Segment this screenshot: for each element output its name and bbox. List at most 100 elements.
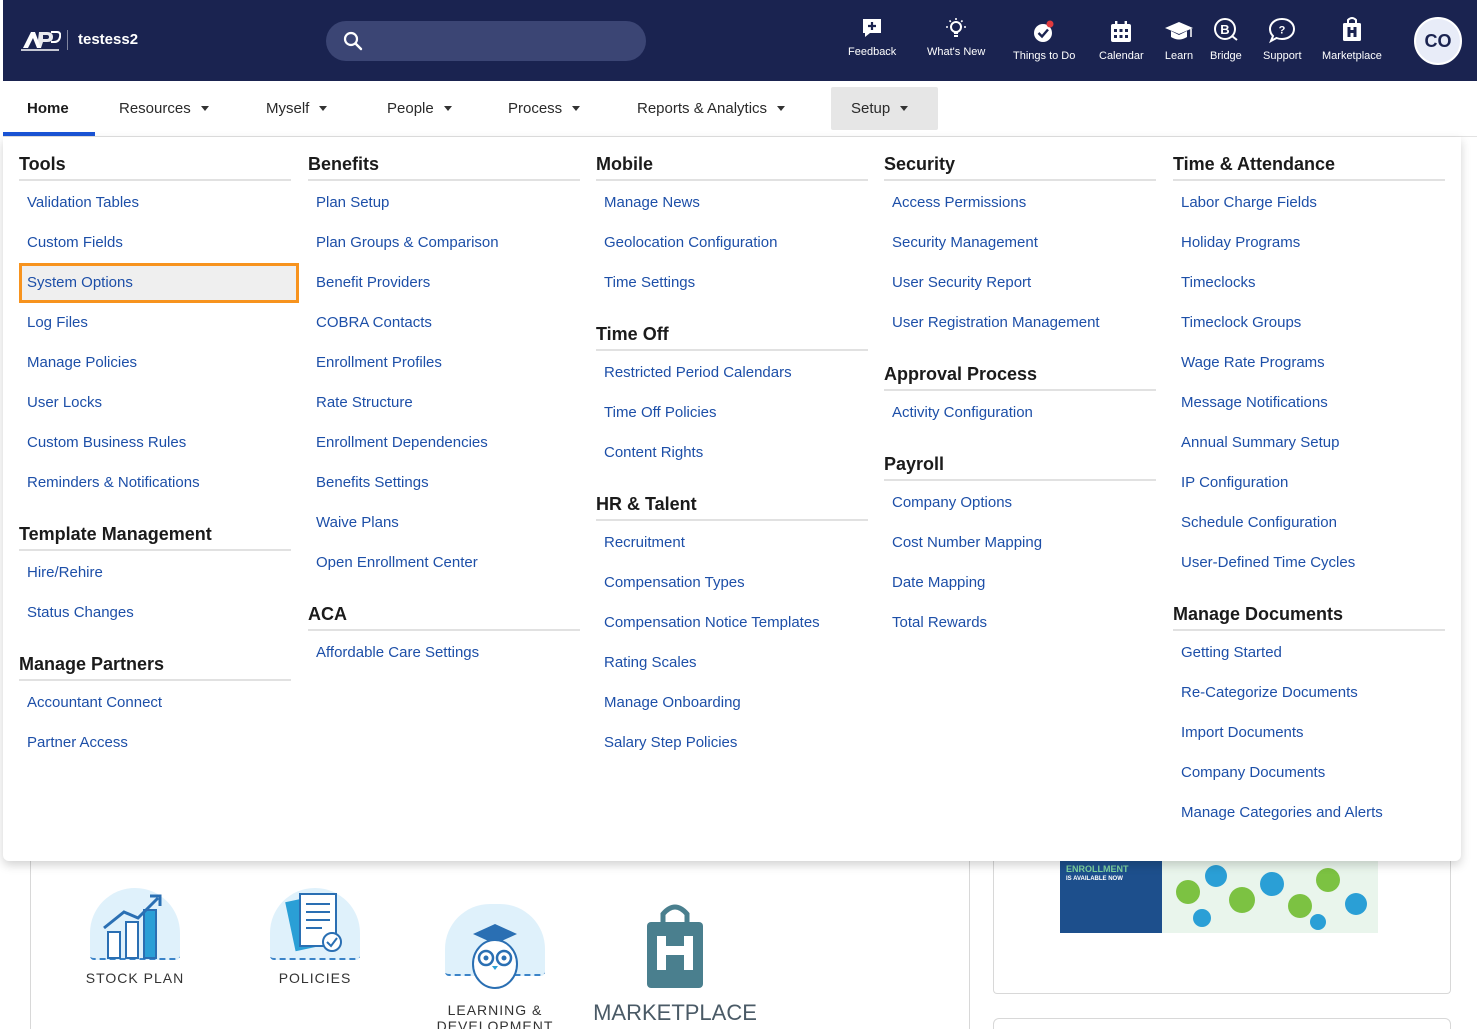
chevron-down-icon xyxy=(200,106,209,111)
menu-link-message-notifications[interactable]: Message Notifications xyxy=(1173,383,1445,423)
menu-link-user-registration-management[interactable]: User Registration Management xyxy=(884,303,1156,343)
enrollment-banner[interactable]: ENROLLMENT IS AVAILABLE NOW xyxy=(1060,860,1378,933)
search-input[interactable] xyxy=(326,21,646,61)
menu-link-benefit-providers[interactable]: Benefit Providers xyxy=(308,263,580,303)
feedback-label: Feedback xyxy=(848,46,897,58)
menu-link-system-options[interactable]: System Options xyxy=(19,263,299,303)
banner-line1: ENROLLMENT xyxy=(1066,864,1129,874)
nav-home[interactable]: Home xyxy=(7,87,89,130)
menu-link-manage-policies[interactable]: Manage Policies xyxy=(19,343,291,383)
menu-link-enrollment-profiles[interactable]: Enrollment Profiles xyxy=(308,343,580,383)
menu-link-restricted-period-calendars[interactable]: Restricted Period Calendars xyxy=(596,353,868,393)
nav-myself[interactable]: Myself xyxy=(246,87,347,130)
menu-link-user-security-report[interactable]: User Security Report xyxy=(884,263,1156,303)
menu-link-reminders-notifications[interactable]: Reminders & Notifications xyxy=(19,463,291,503)
menu-link-validation-tables[interactable]: Validation Tables xyxy=(19,183,291,223)
bridge-label: Bridge xyxy=(1210,50,1242,62)
menu-link-import-documents[interactable]: Import Documents xyxy=(1173,713,1445,753)
menu-link-benefits-settings[interactable]: Benefits Settings xyxy=(308,463,580,503)
whats-new-label: What's New xyxy=(927,46,986,58)
menu-link-holiday-programs[interactable]: Holiday Programs xyxy=(1173,223,1445,263)
menu-link-geolocation-configuration[interactable]: Geolocation Configuration xyxy=(596,223,868,263)
bridge-icon: B xyxy=(1213,18,1238,41)
menu-link-hire-rehire[interactable]: Hire/Rehire xyxy=(19,553,291,593)
menu-link-user-defined-time-cycles[interactable]: User-Defined Time Cycles xyxy=(1173,543,1445,583)
menu-link-activity-configuration[interactable]: Activity Configuration xyxy=(884,393,1156,433)
svg-text:?: ? xyxy=(1279,25,1286,37)
menu-link-accountant-connect[interactable]: Accountant Connect xyxy=(19,683,291,723)
stock-plan-tile[interactable]: STOCK PLAN xyxy=(80,888,190,986)
menu-link-manage-news[interactable]: Manage News xyxy=(596,183,868,223)
menu-link-partner-access[interactable]: Partner Access xyxy=(19,723,291,763)
learning-development-tile[interactable]: LEARNING & DEVELOPMENT xyxy=(430,888,560,1029)
nav-myself-label: Myself xyxy=(266,100,310,117)
menu-link-time-settings[interactable]: Time Settings xyxy=(596,263,868,303)
menu-link-compensation-types[interactable]: Compensation Types xyxy=(596,563,868,603)
marketplace-tile[interactable]: MARKETPLACE xyxy=(590,900,760,1026)
learn-button[interactable]: Learn xyxy=(1164,20,1194,62)
menu-link-rate-structure[interactable]: Rate Structure xyxy=(308,383,580,423)
menu-link-plan-setup[interactable]: Plan Setup xyxy=(308,183,580,223)
menu-link-wage-rate-programs[interactable]: Wage Rate Programs xyxy=(1173,343,1445,383)
nav-process[interactable]: Process xyxy=(488,87,600,130)
nav-people[interactable]: People xyxy=(367,87,472,130)
menu-link-timeclock-groups[interactable]: Timeclock Groups xyxy=(1173,303,1445,343)
bridge-button[interactable]: B Bridge xyxy=(1210,16,1242,62)
menu-link-status-changes[interactable]: Status Changes xyxy=(19,593,291,633)
adp-logo[interactable] xyxy=(21,29,61,51)
whats-new-button[interactable]: What's New xyxy=(927,16,985,58)
menu-link-date-mapping[interactable]: Date Mapping xyxy=(884,563,1156,603)
section-title-manage-partners: Manage Partners xyxy=(19,643,291,681)
menu-link-custom-fields[interactable]: Custom Fields xyxy=(19,223,291,263)
menu-link-affordable-care-settings[interactable]: Affordable Care Settings xyxy=(308,633,580,673)
nav-setup[interactable]: Setup xyxy=(831,87,938,130)
menu-link-rating-scales[interactable]: Rating Scales xyxy=(596,643,868,683)
menu-link-open-enrollment-center[interactable]: Open Enrollment Center xyxy=(308,543,580,583)
menu-link-salary-step-policies[interactable]: Salary Step Policies xyxy=(596,723,868,763)
menu-link-access-permissions[interactable]: Access Permissions xyxy=(884,183,1156,223)
calendar-button[interactable]: Calendar xyxy=(1099,20,1144,62)
menu-link-manage-categories-and-alerts[interactable]: Manage Categories and Alerts xyxy=(1173,793,1445,833)
section-title-manage-documents: Manage Documents xyxy=(1173,593,1445,631)
menu-link-cost-number-mapping[interactable]: Cost Number Mapping xyxy=(884,523,1156,563)
menu-link-timeclocks[interactable]: Timeclocks xyxy=(1173,263,1445,303)
menu-link-custom-business-rules[interactable]: Custom Business Rules xyxy=(19,423,291,463)
section-title-security: Security xyxy=(884,143,1156,181)
menu-link-waive-plans[interactable]: Waive Plans xyxy=(308,503,580,543)
policies-tile[interactable]: POLICIES xyxy=(260,888,370,986)
menu-link-total-rewards[interactable]: Total Rewards xyxy=(884,603,1156,643)
checkmark-badge-icon xyxy=(1034,20,1054,42)
menu-link-company-documents[interactable]: Company Documents xyxy=(1173,753,1445,793)
menu-link-annual-summary-setup[interactable]: Annual Summary Setup xyxy=(1173,423,1445,463)
menu-link-compensation-notice-templates[interactable]: Compensation Notice Templates xyxy=(596,603,868,643)
feedback-icon xyxy=(863,19,882,37)
feedback-button[interactable]: Feedback xyxy=(848,16,896,58)
menu-link-recruitment[interactable]: Recruitment xyxy=(596,523,868,563)
support-button[interactable]: ? Support xyxy=(1263,16,1302,62)
things-to-do-button[interactable]: Things to Do xyxy=(1013,20,1075,62)
nav-resources[interactable]: Resources xyxy=(99,87,229,130)
menu-link-content-rights[interactable]: Content Rights xyxy=(596,433,868,473)
menu-link-re-categorize-documents[interactable]: Re-Categorize Documents xyxy=(1173,673,1445,713)
stock-plan-icon xyxy=(90,888,180,960)
menu-link-getting-started[interactable]: Getting Started xyxy=(1173,633,1445,673)
menu-link-log-files[interactable]: Log Files xyxy=(19,303,291,343)
marketplace-button[interactable]: Marketplace xyxy=(1322,16,1382,62)
menu-link-plan-groups-comparison[interactable]: Plan Groups & Comparison xyxy=(308,223,580,263)
nav-reports-analytics[interactable]: Reports & Analytics xyxy=(617,87,805,130)
avatar[interactable]: CO xyxy=(1414,17,1462,65)
menu-link-cobra-contacts[interactable]: COBRA Contacts xyxy=(308,303,580,343)
menu-link-schedule-configuration[interactable]: Schedule Configuration xyxy=(1173,503,1445,543)
active-tab-indicator xyxy=(3,132,95,136)
menu-link-user-locks[interactable]: User Locks xyxy=(19,383,291,423)
menu-link-labor-charge-fields[interactable]: Labor Charge Fields xyxy=(1173,183,1445,223)
menu-link-manage-onboarding[interactable]: Manage Onboarding xyxy=(596,683,868,723)
menu-link-ip-configuration[interactable]: IP Configuration xyxy=(1173,463,1445,503)
menu-link-company-options[interactable]: Company Options xyxy=(884,483,1156,523)
menu-link-enrollment-dependencies[interactable]: Enrollment Dependencies xyxy=(308,423,580,463)
nav-setup-label: Setup xyxy=(851,100,891,117)
section-title-time-off: Time Off xyxy=(596,313,868,351)
benefits-icons-graphic xyxy=(1176,865,1367,930)
menu-link-security-management[interactable]: Security Management xyxy=(884,223,1156,263)
menu-link-time-off-policies[interactable]: Time Off Policies xyxy=(596,393,868,433)
